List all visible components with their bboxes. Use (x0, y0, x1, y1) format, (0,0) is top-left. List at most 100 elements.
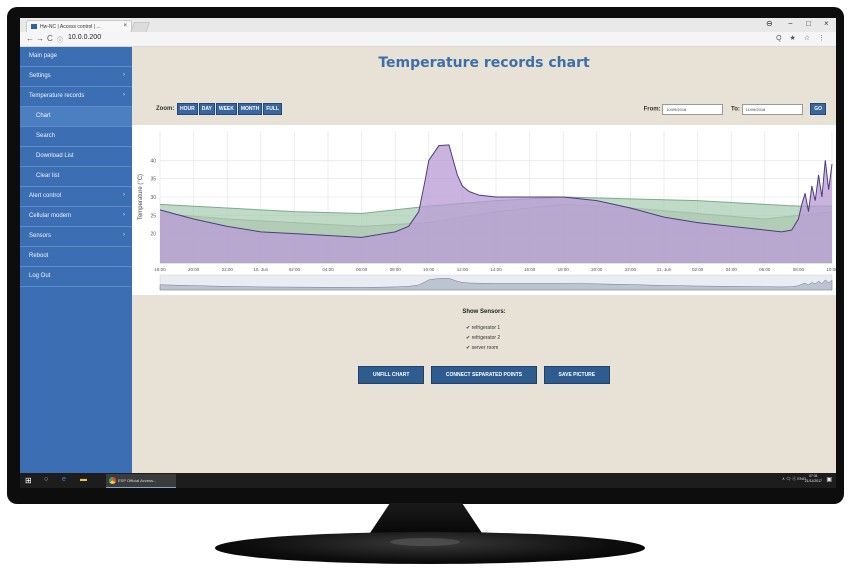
x-tick-label: 18:00 (558, 267, 570, 272)
sidebar-item-log-out[interactable]: Log Out (20, 267, 132, 287)
url-input[interactable]: 10.0.0.200 (68, 34, 101, 41)
x-tick-label: 02:00 (289, 267, 301, 272)
edge-icon[interactable]: e (62, 476, 66, 483)
sidebar: Main page Settings › Temperature records… (20, 47, 132, 473)
save-picture-button[interactable]: SAVE PICTURE (543, 366, 611, 384)
go-button[interactable]: GO (810, 103, 826, 115)
sidebar-item-label: Alert control (29, 193, 62, 199)
sidebar-item-chart[interactable]: Chart (20, 107, 132, 127)
y-tick-label: 20 (150, 232, 156, 238)
reload-icon[interactable]: C (47, 34, 53, 43)
sidebar-item-clear-list[interactable]: Clear list (20, 167, 132, 187)
sensor-checkbox-list: ✔ refrigerator 1 ✔ refrigerator 2 ✔ serv… (466, 325, 500, 355)
monitor-base (215, 532, 645, 564)
unfill-chart-button[interactable]: UNFILL CHART (357, 366, 425, 384)
chart-actions: UNFILL CHART CONNECT SEPARATED POINTS SA… (132, 363, 836, 384)
sensor-label: refrigerator 1 (471, 325, 501, 331)
x-tick-label: 18:00 (154, 267, 166, 272)
sidebar-item-label: Reboot (29, 253, 49, 259)
chart-panel: 20 25 30 35 40 Temperature (°C) 18:00 20:00 22:0… (132, 125, 836, 295)
browser-tabbar: Hw-NC | Access control | ... × ⊖ − □ × (20, 18, 836, 33)
sidebar-item-label: Clear list (36, 173, 60, 179)
x-tick-label: 02:00 (692, 267, 704, 272)
taskbar: ⊞ ○ e ▬ ESP Official Access... ∧ 🗨 ⓔ ENG… (20, 473, 836, 488)
connect-separated-points-button[interactable]: CONNECT SEPARATED POINTS (430, 366, 538, 384)
forward-icon[interactable]: → (36, 34, 44, 43)
y-tick-label: 30 (150, 195, 156, 201)
maximize-button[interactable]: □ (806, 19, 811, 28)
sidebar-item-label: Log Out (29, 273, 51, 279)
sidebar-item-label: Settings (29, 73, 51, 79)
x-tick-label: 12:00 (457, 267, 469, 272)
sidebar-item-label: Main page (29, 53, 58, 59)
x-tick-label: 20:00 (188, 267, 200, 272)
sidebar-item-cellular-modem[interactable]: Cellular modem › (20, 207, 132, 227)
sidebar-item-settings[interactable]: Settings › (20, 67, 132, 87)
tab-title: Hw-NC | Access control | ... (40, 24, 101, 30)
account-icon[interactable]: ⊖ (766, 19, 773, 28)
main-content: Temperature records chart Zoom: HOUR DAY W… (132, 47, 836, 473)
x-tick-label: 04:00 (726, 267, 738, 272)
sidebar-item-search[interactable]: Search (20, 127, 132, 147)
show-sensors-label: Show Sensors: (462, 309, 506, 315)
x-tick-label: 06:00 (759, 267, 771, 272)
to-label: To: (730, 106, 740, 113)
y-axis-label: Temperature (°C) (138, 174, 144, 220)
address-bar-icons[interactable]: Q ★ ☆ ⋮ (776, 34, 828, 42)
sidebar-item-sensors[interactable]: Sensors › (20, 227, 132, 247)
sidebar-item-reboot[interactable]: Reboot (20, 247, 132, 267)
site-info-icon[interactable]: ⓘ (57, 35, 63, 44)
zoom-full-button[interactable]: FULL (263, 103, 282, 115)
taskbar-clock[interactable]: 07:31 21/11/2017 (805, 474, 822, 484)
x-tick-label: 20:00 (591, 267, 603, 272)
date-range-controls: From: 10/09/2018 To: 11/09/2018 GO (644, 103, 826, 115)
y-tick-label: 40 (150, 158, 156, 164)
x-tick-label: 22:00 (625, 267, 637, 272)
monitor-screen: Hw-NC | Access control | ... × ⊖ − □ × ←… (20, 18, 836, 488)
sidebar-item-main-page[interactable]: Main page (20, 47, 132, 67)
sensor-checkbox-refrigerator-1[interactable]: ✔ refrigerator 1 (466, 325, 500, 335)
zoom-month-button[interactable]: MONTH (237, 103, 263, 115)
sidebar-item-temperature-records[interactable]: Temperature records › (20, 87, 132, 107)
x-tick-label: 08:00 (793, 267, 805, 272)
from-date-input[interactable]: 10/09/2018 (662, 103, 724, 115)
zoom-label: Zoom: (156, 106, 175, 112)
system-tray[interactable]: ∧ 🗨 ⓔ ENG (782, 476, 806, 482)
from-label: From: (643, 106, 661, 113)
zoom-hour-button[interactable]: HOUR (177, 103, 198, 115)
x-tick-label: 22:00 (222, 267, 234, 272)
minimize-button[interactable]: − (788, 19, 793, 28)
sidebar-item-label: Cellular modem (29, 213, 72, 219)
zoom-week-button[interactable]: WEEK (215, 103, 237, 115)
tab-close-icon[interactable]: × (123, 23, 127, 29)
x-tick-label: 08:00 (390, 267, 402, 272)
temperature-chart[interactable]: 20 25 30 35 40 Temperature (°C) 18:00 20:00 22:0… (132, 125, 836, 295)
x-tick-label: 16:00 (524, 267, 536, 272)
chevron-right-icon: › (123, 232, 125, 238)
notifications-icon[interactable]: ▣ (826, 476, 832, 483)
zoom-day-button[interactable]: DAY (198, 103, 215, 115)
favicon-icon (31, 24, 37, 29)
close-window-button[interactable]: × (824, 19, 829, 28)
address-bar: ← → C ⓘ 10.0.0.200 Q ★ ☆ ⋮ (20, 32, 836, 47)
chevron-right-icon: › (123, 92, 125, 98)
checkmark-icon: ✔ (466, 345, 471, 351)
x-tick-label: 10:00 (826, 267, 836, 272)
back-icon[interactable]: ← (26, 34, 34, 43)
x-tick-label: 10. Jun (253, 267, 268, 272)
sidebar-item-label: Chart (36, 113, 51, 119)
sensor-label: refrigerator 2 (471, 335, 501, 341)
file-explorer-icon[interactable]: ▬ (80, 476, 87, 483)
sidebar-item-alert-control[interactable]: Alert control › (20, 187, 132, 207)
sensor-checkbox-refrigerator-2[interactable]: ✔ refrigerator 2 (466, 335, 500, 345)
sensor-checkbox-server-room[interactable]: ✔ server room (466, 345, 500, 355)
chevron-right-icon: › (123, 72, 125, 78)
search-icon[interactable]: ○ (44, 476, 48, 483)
chevron-right-icon: › (123, 192, 125, 198)
sidebar-item-download-list[interactable]: Download List (20, 147, 132, 167)
taskbar-app-chrome[interactable]: ESP Official Access... (106, 474, 176, 488)
windows-start-icon[interactable]: ⊞ (25, 476, 32, 485)
y-tick-label: 35 (150, 177, 156, 183)
chevron-right-icon: › (123, 212, 125, 218)
to-date-input[interactable]: 11/09/2018 (741, 103, 803, 115)
